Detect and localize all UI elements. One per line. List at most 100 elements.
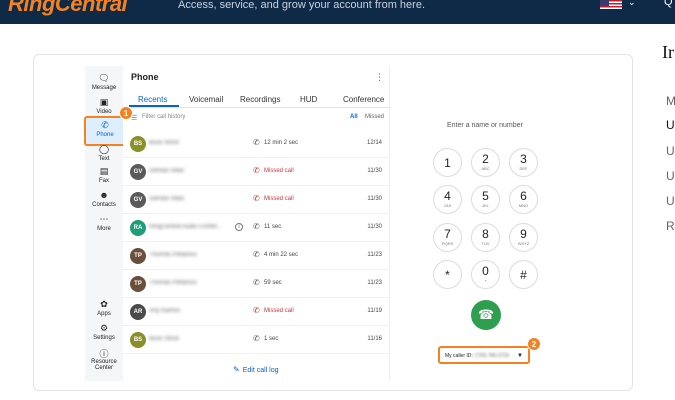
article-text-line: U bbox=[666, 118, 675, 132]
phone-icon: ✆ bbox=[101, 120, 109, 130]
dial-key-digit: 7 bbox=[444, 227, 451, 241]
call-button[interactable]: ☎ bbox=[471, 300, 501, 330]
call-log-row[interactable]: GV Glenda Villas ✆ Missed call 11/30 bbox=[123, 158, 390, 186]
dial-key-letters: DEF bbox=[519, 166, 528, 171]
more-options-icon[interactable]: ⋮ bbox=[375, 72, 384, 83]
nav-item-more[interactable]: ⋯ More bbox=[85, 214, 123, 232]
tab-conference[interactable]: Conference bbox=[343, 95, 384, 104]
nav-item-apps[interactable]: ✿ Apps bbox=[85, 299, 123, 317]
call-log-row[interactable]: TP Thomas Pellanico ✆ 59 sec 11/23 bbox=[123, 270, 390, 298]
dial-key[interactable]: 1 bbox=[433, 148, 462, 177]
nav-item-contacts[interactable]: ☻ Contacts bbox=[85, 190, 123, 208]
nav-item-text[interactable]: ◯ Text bbox=[85, 144, 123, 162]
caller-id-value: (720) 780-2733 bbox=[474, 353, 509, 359]
nav-item-message[interactable]: 🗨 Message bbox=[85, 73, 123, 91]
dial-key-digit: 8 bbox=[482, 227, 489, 241]
edit-call-log-link[interactable]: ✎ Edit call log bbox=[233, 365, 279, 374]
article-text-line: U bbox=[666, 169, 675, 183]
missed-call-icon: ✆ bbox=[253, 306, 260, 315]
caller-name: RingCentral Audio Confer... bbox=[149, 224, 222, 230]
dial-key-letters: MNO bbox=[518, 203, 529, 208]
dial-key[interactable]: 6 MNO bbox=[509, 185, 538, 214]
call-date: 11/23 bbox=[367, 280, 382, 286]
ringcentral-logo[interactable]: RingCentral bbox=[8, 0, 128, 17]
dial-key[interactable]: 4 GHI bbox=[433, 185, 462, 214]
dial-key[interactable]: 9 WXYZ bbox=[509, 223, 538, 252]
missed-call-icon: ✆ bbox=[253, 194, 260, 203]
nav-item-resource-center[interactable]: ⓘ Resource Center bbox=[85, 347, 123, 371]
caller-name: Glenda Villas bbox=[149, 196, 185, 202]
call-log-row[interactable]: BS Buck Strick ✆ 1 sec 11/16 bbox=[123, 326, 390, 354]
pencil-icon: ✎ bbox=[233, 365, 240, 374]
dial-key[interactable]: 7 PQRS bbox=[433, 223, 462, 252]
help-icon: ⓘ bbox=[99, 349, 109, 359]
tab-recordings[interactable]: Recordings bbox=[240, 95, 280, 104]
filter-missed-toggle[interactable]: Missed bbox=[365, 114, 384, 120]
caller-name: Glenda Villas bbox=[149, 168, 185, 174]
nav-item-label: Resource Center bbox=[91, 359, 117, 371]
call-log-row[interactable]: TP Thomas Pellanico ✆ 4 min 22 sec 11/23 bbox=[123, 242, 390, 270]
dial-key[interactable]: 0 + bbox=[471, 260, 500, 289]
dial-key-digit: # bbox=[520, 268, 527, 282]
avatar: BS bbox=[130, 136, 146, 152]
filter-all-toggle[interactable]: All bbox=[350, 114, 358, 120]
dial-key-digit: 1 bbox=[444, 156, 451, 170]
dialer-input[interactable]: Enter a name or number bbox=[447, 122, 523, 129]
caller-name: Thomas Pellanico bbox=[149, 280, 197, 286]
call-log-row[interactable]: AR Arly Ramos ✆ Missed call 11/19 bbox=[123, 298, 390, 326]
tab-voicemail[interactable]: Voicemail bbox=[189, 95, 223, 104]
dial-key[interactable]: # bbox=[509, 260, 538, 289]
call-log-row[interactable]: BS Buck Strick ✆ 12 min 2 sec 12/14 bbox=[123, 130, 390, 158]
callout-badge-1: 1 bbox=[119, 106, 133, 120]
nav-item-label: More bbox=[97, 226, 111, 232]
dial-key[interactable]: 2 ABC bbox=[471, 148, 500, 177]
dial-key[interactable]: 8 TUV bbox=[471, 223, 500, 252]
call-status: 12 min 2 sec bbox=[264, 140, 299, 146]
call-direction-icon: ✆ bbox=[253, 138, 260, 147]
call-date: 11/16 bbox=[367, 336, 382, 342]
dial-key[interactable]: 3 DEF bbox=[509, 148, 538, 177]
us-flag-icon[interactable] bbox=[600, 0, 622, 9]
header-tagline: Access, service, and grow your account f… bbox=[178, 0, 425, 11]
contacts-icon: ☻ bbox=[99, 190, 109, 200]
nav-item-settings[interactable]: ⚙ Settings bbox=[85, 323, 123, 341]
caller-id-select[interactable]: My caller ID: (720) 780-2733 ▼ bbox=[438, 346, 530, 364]
dial-key-letters: PQRS bbox=[441, 241, 454, 246]
info-icon[interactable]: i bbox=[235, 223, 243, 231]
caller-id-label: My caller ID: bbox=[445, 353, 473, 359]
call-date: 12/14 bbox=[366, 140, 382, 146]
tab-hud[interactable]: HUD bbox=[300, 95, 317, 104]
call-log-row[interactable]: GV Glenda Villas ✆ Missed call 11/30 bbox=[123, 186, 390, 214]
dial-key-digit: 6 bbox=[520, 189, 527, 203]
call-direction-icon: ✆ bbox=[253, 222, 260, 231]
nav-item-label: Contacts bbox=[92, 202, 116, 208]
nav-item-label: Fax bbox=[98, 178, 109, 184]
nav-item-fax[interactable]: ▤ Fax bbox=[85, 166, 123, 184]
dial-key-letters: WXYZ bbox=[517, 241, 530, 246]
dial-key-digit: 3 bbox=[520, 152, 527, 166]
dial-key-digit: * bbox=[445, 268, 450, 282]
dial-key-digit: 4 bbox=[444, 189, 451, 203]
caller-name: Thomas Pellanico bbox=[149, 252, 197, 258]
dial-key[interactable]: * bbox=[433, 260, 462, 289]
tab-recents[interactable]: Recents bbox=[138, 95, 167, 104]
settings-icon: ⚙ bbox=[99, 323, 109, 333]
article-text-line: M bbox=[666, 94, 675, 108]
caller-name: Arly Ramos bbox=[149, 308, 181, 314]
search-icon[interactable]: Q bbox=[664, 0, 673, 8]
nav-item-label: Apps bbox=[97, 311, 111, 317]
call-log-row[interactable]: RA RingCentral Audio Confer... i ✆ 11 sec 11/… bbox=[123, 214, 390, 242]
avatar: TP bbox=[130, 248, 146, 264]
nav-item-video[interactable]: ▣ Video bbox=[85, 97, 123, 115]
filter-call-history-input[interactable]: Filter call history bbox=[142, 114, 185, 120]
more-icon: ⋯ bbox=[99, 214, 109, 224]
call-status: 4 min 22 sec bbox=[264, 252, 299, 258]
dial-key-digit: 2 bbox=[482, 152, 489, 166]
dial-key[interactable]: 5 JKL bbox=[471, 185, 500, 214]
dial-key-letters: GHI bbox=[443, 203, 452, 208]
nav-item-phone[interactable]: ✆ Phone bbox=[84, 116, 126, 146]
caller-name: Buck Strick bbox=[149, 336, 180, 342]
dial-key-letters: JKL bbox=[482, 203, 489, 208]
article-text-line: U bbox=[666, 194, 675, 208]
chevron-down-icon[interactable]: ⌄ bbox=[628, 0, 636, 8]
